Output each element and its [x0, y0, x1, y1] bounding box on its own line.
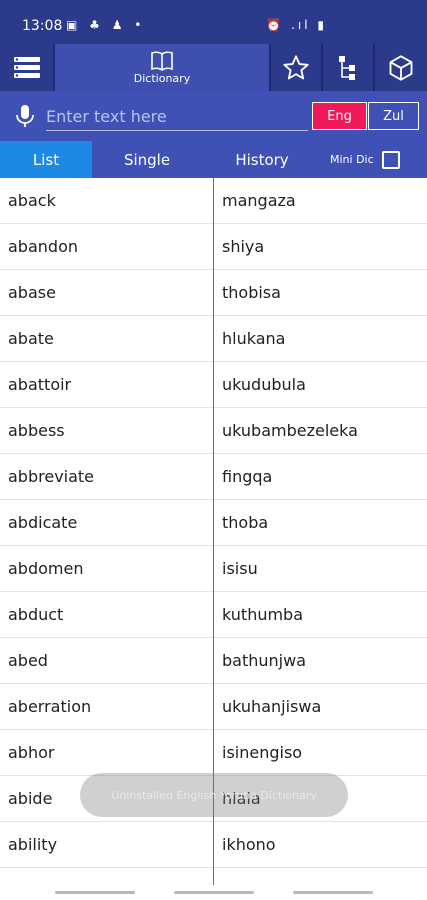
status-time: 13:08: [22, 18, 63, 34]
cube-icon: [389, 54, 413, 81]
search-bar: Eng Zul: [0, 91, 427, 141]
microphone-button[interactable]: [14, 104, 36, 132]
english-word: abhor: [8, 743, 55, 762]
english-word: abide: [8, 789, 53, 808]
tree-structure-icon: [339, 55, 355, 80]
zulu-translation: ukubambezeleka: [222, 421, 358, 440]
target-language-button[interactable]: Zul: [368, 102, 419, 130]
zulu-translation: isinengiso: [222, 743, 303, 762]
zulu-translation: kuthumba: [222, 605, 304, 624]
tab-bar: List Single History Mini Dic: [0, 141, 427, 178]
status-bar: 13:08 ▣ ♣ ♟ • ⏰ .ıl ▮: [0, 0, 427, 44]
favorites-button[interactable]: [271, 44, 321, 91]
zulu-translation: shiya: [222, 237, 265, 256]
notification-icons: ▣ ♣ ♟ •: [66, 18, 146, 32]
zulu-translation: fingqa: [222, 467, 273, 486]
dictionary-tab-button[interactable]: Dictionary: [55, 44, 269, 91]
book-icon: [151, 51, 173, 71]
english-word: abed: [8, 651, 48, 670]
zulu-translation: ikhono: [222, 835, 276, 854]
menu-icon: [13, 56, 40, 78]
search-input[interactable]: [46, 103, 308, 131]
mini-dic-toggle[interactable]: Mini Dic: [330, 141, 400, 178]
zulu-translation: thoba: [222, 513, 269, 532]
menu-button[interactable]: [0, 44, 53, 91]
zulu-translation: ukuhanjiswa: [222, 697, 322, 716]
english-word: abattoir: [8, 375, 72, 394]
zulu-translation: thobisa: [222, 283, 281, 302]
english-word: aback: [8, 191, 56, 210]
english-word: abdicate: [8, 513, 78, 532]
english-word: ability: [8, 835, 58, 854]
nav-recents-button[interactable]: [55, 891, 135, 894]
system-status-icons: ⏰ .ıl ▮: [266, 18, 327, 32]
apps-button[interactable]: [375, 44, 427, 91]
zulu-translation: hlukana: [222, 329, 286, 348]
mini-dic-label: Mini Dic: [330, 153, 374, 166]
english-word: abbess: [8, 421, 65, 440]
microphone-icon: [16, 105, 34, 127]
english-word: abase: [8, 283, 56, 302]
english-word: abbreviate: [8, 467, 95, 486]
tab-list[interactable]: List: [0, 141, 92, 178]
nav-back-button[interactable]: [293, 891, 373, 894]
zulu-translation: bathunjwa: [222, 651, 306, 670]
tab-history[interactable]: History: [202, 141, 322, 178]
nav-home-button[interactable]: [174, 891, 254, 894]
zulu-translation: ukudubula: [222, 375, 306, 394]
english-word: abandon: [8, 237, 78, 256]
star-icon: [283, 54, 309, 79]
mini-dic-checkbox[interactable]: [381, 150, 400, 169]
tree-view-button[interactable]: [323, 44, 373, 91]
english-word: abdomen: [8, 559, 84, 578]
toast-message: Uninstalled English Yoruba Dictionary: [80, 773, 348, 817]
toolbar: Dictionary: [0, 44, 427, 91]
english-word: abduct: [8, 605, 64, 624]
zulu-translation: mangaza: [222, 191, 296, 210]
english-word: abate: [8, 329, 54, 348]
dictionary-label: Dictionary: [133, 71, 191, 85]
source-language-button[interactable]: Eng: [312, 102, 367, 130]
tab-single[interactable]: Single: [92, 141, 202, 178]
zulu-translation: isisu: [222, 559, 258, 578]
navigation-bar: [0, 885, 427, 900]
english-word: aberration: [8, 697, 92, 716]
